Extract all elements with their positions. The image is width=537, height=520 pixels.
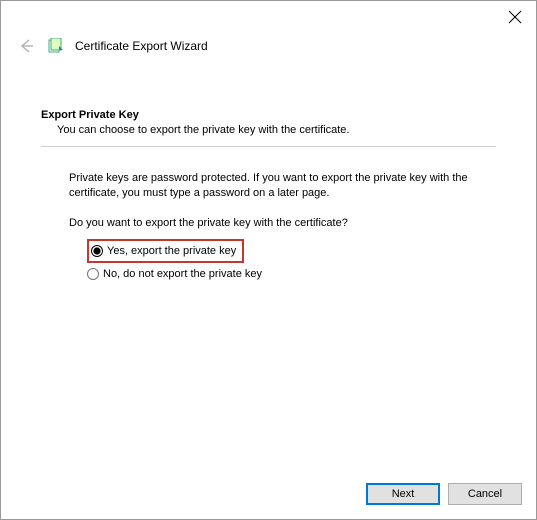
- radio-group: Yes, export the private key No, do not e…: [87, 239, 496, 285]
- section-heading: Export Private Key: [41, 109, 496, 121]
- radio-no-label: No, do not export the private key: [103, 268, 262, 280]
- titlebar: [1, 1, 536, 33]
- wizard-header: Certificate Export Wizard: [1, 33, 536, 69]
- radio-no-input[interactable]: [87, 268, 99, 280]
- radio-option-no[interactable]: No, do not export the private key: [87, 263, 496, 285]
- back-button[interactable]: [17, 37, 35, 55]
- radio-yes-input[interactable]: [91, 245, 103, 257]
- wizard-content: Export Private Key You can choose to exp…: [1, 69, 536, 285]
- body-text: Private keys are password protected. If …: [69, 171, 468, 201]
- cancel-button[interactable]: Cancel: [448, 483, 522, 505]
- close-icon: [508, 10, 522, 24]
- question-text: Do you want to export the private key wi…: [69, 217, 468, 229]
- wizard-title: Certificate Export Wizard: [75, 39, 208, 53]
- radio-yes-label: Yes, export the private key: [107, 245, 236, 257]
- certificate-wizard-icon: [47, 38, 63, 54]
- wizard-footer: Next Cancel: [366, 483, 522, 505]
- divider: [41, 146, 496, 147]
- radio-option-yes[interactable]: Yes, export the private key: [87, 239, 244, 263]
- next-button[interactable]: Next: [366, 483, 440, 505]
- back-arrow-icon: [17, 37, 35, 55]
- close-button[interactable]: [508, 10, 522, 24]
- section-subtext: You can choose to export the private key…: [57, 124, 496, 136]
